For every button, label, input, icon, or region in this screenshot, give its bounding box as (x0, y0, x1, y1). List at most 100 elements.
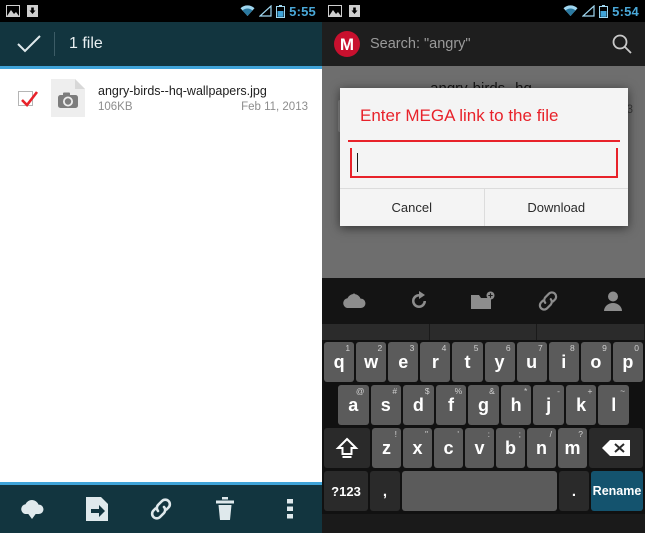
key-r[interactable]: 4r (420, 342, 451, 382)
key-label: f (447, 394, 454, 415)
key-n[interactable]: / n (527, 428, 556, 468)
key-sup: % (454, 386, 463, 396)
key-sup: " (424, 429, 428, 439)
status-notification-icons (6, 5, 38, 17)
key-f[interactable]: % f (435, 385, 467, 425)
right-toolbar (322, 278, 645, 324)
key-a[interactable]: @ a (337, 385, 369, 425)
key-c[interactable]: ' c (434, 428, 463, 468)
overflow-menu-icon (286, 499, 293, 519)
checkbox-check-icon (20, 90, 38, 107)
dual-screenshot: 5:55 1 file angry-birds--hq-wallpapers.j… (0, 0, 645, 533)
checkmark-icon (17, 35, 41, 53)
move-button[interactable] (64, 485, 128, 533)
link-icon (150, 498, 172, 520)
download-button[interactable]: Download (483, 189, 629, 226)
link-button[interactable] (516, 290, 581, 312)
key-l[interactable]: ~ l (598, 385, 630, 425)
trash-icon (216, 497, 235, 520)
delete-button[interactable] (193, 485, 257, 533)
checkbox-box (17, 90, 38, 107)
key-label: n (536, 437, 547, 458)
refresh-button[interactable] (387, 290, 452, 312)
download-icon (349, 5, 360, 17)
upload-button[interactable] (322, 290, 387, 312)
symbols-key[interactable]: ?123 (324, 471, 368, 511)
battery-icon (599, 4, 609, 18)
key-label: v (474, 437, 485, 458)
key-s[interactable]: # s (370, 385, 402, 425)
contacts-button[interactable] (580, 290, 645, 312)
key-i[interactable]: 8i (548, 342, 579, 382)
key-sup: ? (578, 429, 583, 439)
space-key[interactable] (402, 471, 557, 511)
download-icon (27, 5, 38, 17)
key-sup: 2 (377, 343, 383, 353)
key-sup: # (392, 386, 398, 396)
search-query-text: Search: "angry" (370, 36, 471, 52)
key-b[interactable]: ; b (496, 428, 525, 468)
key-label: e (398, 351, 409, 372)
key-v[interactable]: :v (465, 428, 494, 468)
battery-icon (276, 4, 286, 18)
key-sup: ~ (620, 386, 626, 396)
key-m[interactable]: ? m (558, 428, 587, 468)
period-key[interactable]: . (559, 471, 589, 511)
signal-icon (582, 5, 595, 17)
shift-key[interactable] (324, 428, 370, 468)
search-icon[interactable] (611, 33, 633, 55)
select-all-button[interactable] (12, 34, 46, 54)
key-label: y (494, 351, 505, 372)
key-label: k (576, 394, 587, 415)
key-g[interactable]: & g (468, 385, 499, 425)
link-button[interactable] (129, 485, 193, 533)
key-label: l (611, 394, 617, 415)
key-j[interactable]: -j (533, 385, 564, 425)
comma-key[interactable]: , (370, 471, 400, 511)
file-name: angry-birds--hq-wallpapers.jpg (98, 83, 267, 98)
key-q[interactable]: 1q (324, 342, 355, 382)
key-u[interactable]: 7u (516, 342, 547, 382)
key-label: o (590, 351, 602, 372)
key-t[interactable]: 5t (452, 342, 483, 382)
download-button[interactable] (0, 485, 64, 533)
refresh-icon (411, 291, 426, 308)
key-y[interactable]: 6y (484, 342, 515, 382)
key-w[interactable]: 2w (356, 342, 387, 382)
suggestion-slot[interactable] (322, 324, 430, 340)
right-screen: 5:54 M Search: "angry" angry-birds--hq- … (322, 0, 645, 533)
cancel-button[interactable]: Cancel (340, 189, 484, 226)
key-p[interactable]: 0p (612, 342, 643, 382)
action-bar-divider (54, 32, 55, 56)
rename-action-key[interactable]: Rename (591, 471, 643, 511)
backspace-icon (602, 440, 630, 456)
backspace-key[interactable] (589, 428, 643, 468)
key-sup: 9 (602, 343, 607, 353)
mega-link-input[interactable] (350, 148, 618, 178)
file-checkbox[interactable] (8, 90, 42, 107)
suggestion-slot[interactable] (537, 324, 645, 340)
key-x[interactable]: " x (403, 428, 432, 468)
left-bottom-toolbar (0, 485, 322, 533)
key-h[interactable]: * h (500, 385, 532, 425)
key-sup: 3 (409, 343, 415, 353)
new-folder-button[interactable] (451, 291, 516, 311)
suggestion-slot[interactable] (430, 324, 538, 340)
file-list-item[interactable]: angry-birds--hq-wallpapers.jpg 106KB Feb… (0, 69, 322, 127)
camera-file-icon (51, 79, 85, 117)
key-z[interactable]: ! z (372, 428, 401, 468)
key-e[interactable]: 3e (388, 342, 419, 382)
key-o[interactable]: 9o (580, 342, 611, 382)
keyboard-row-1: 1q 2w 3e 4r 5t 6y 7u 8i 9o 0p (324, 342, 643, 382)
status-time: 5:55 (289, 3, 316, 19)
key-d[interactable]: $ d (403, 385, 434, 425)
overflow-button[interactable] (258, 485, 322, 533)
search-bar[interactable]: M Search: "angry" (322, 22, 645, 66)
key-sup: 1 (345, 343, 351, 353)
key-label: q (333, 351, 345, 372)
key-label: c (443, 437, 454, 458)
key-sup: 7 (537, 343, 543, 353)
key-label: j (546, 394, 552, 415)
key-label: p (622, 351, 634, 372)
key-k[interactable]: + k (565, 385, 597, 425)
